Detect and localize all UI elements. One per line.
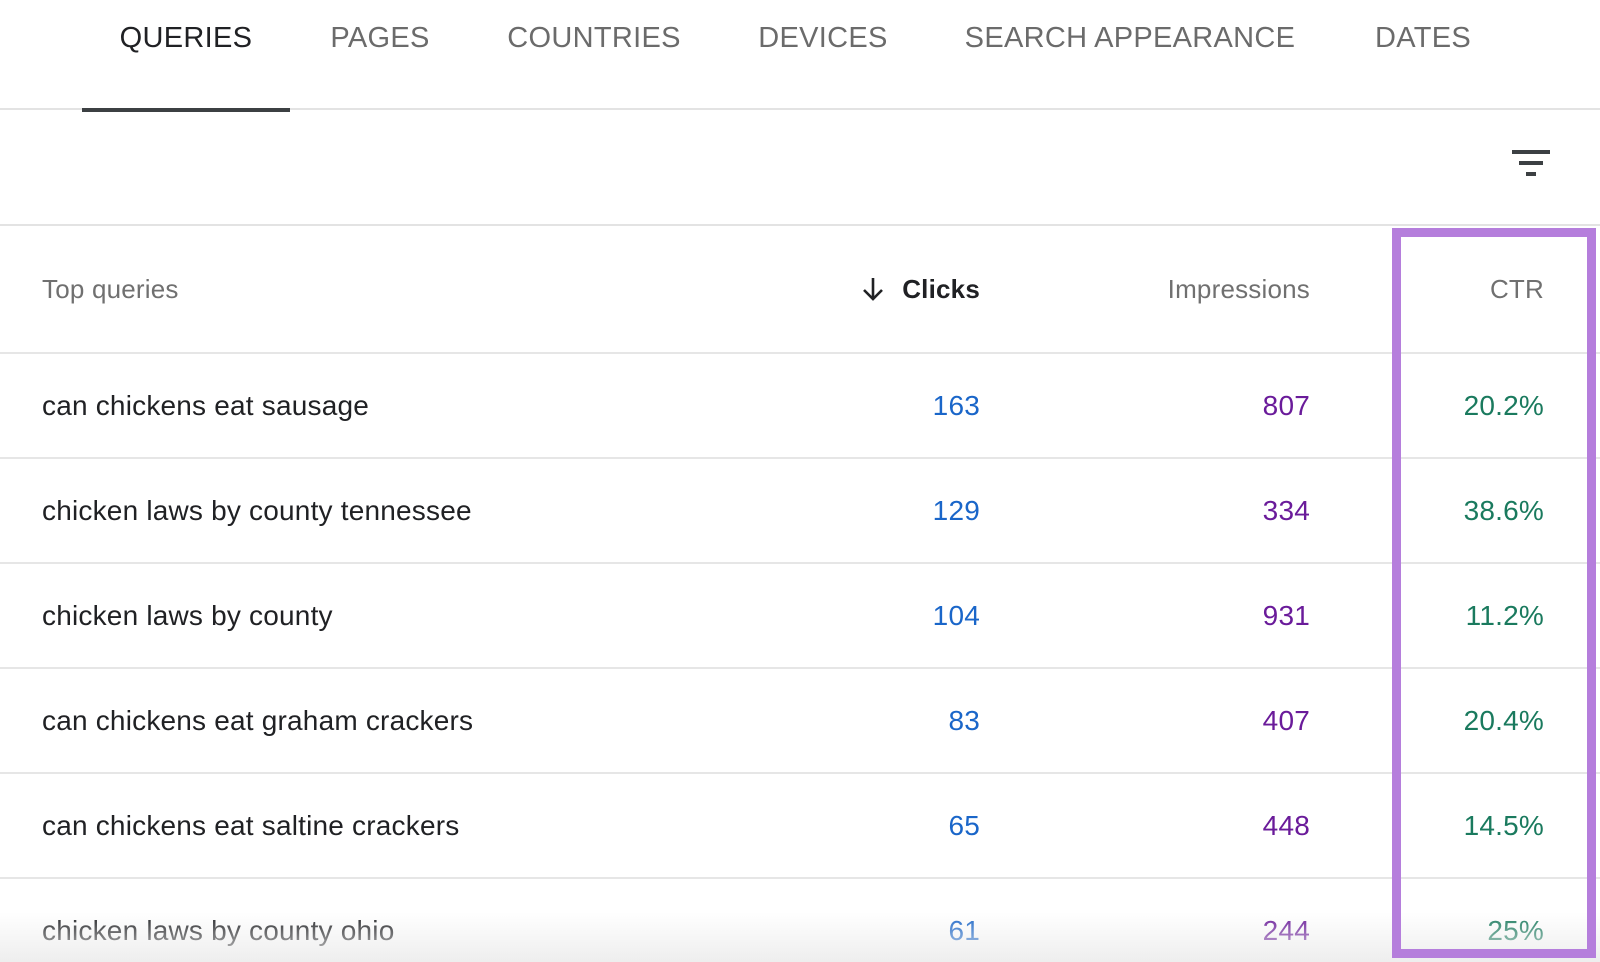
ctr-cell: 20.2%	[1463, 389, 1544, 421]
filter-list-icon	[1512, 150, 1550, 176]
ctr-cell: 20.4%	[1463, 704, 1544, 736]
table-row[interactable]: can chickens eat graham crackers 83 407 …	[0, 669, 1600, 774]
search-performance-report: QUERIES PAGES COUNTRIES DEVICES SEARCH A…	[0, 0, 1600, 962]
clicks-cell: 163	[932, 389, 980, 421]
column-header-clicks[interactable]: Clicks	[760, 226, 980, 352]
tab-search-appearance[interactable]: SEARCH APPEARANCE	[950, 0, 1310, 110]
query-cell: can chickens eat sausage	[42, 389, 370, 421]
column-header-impressions[interactable]: Impressions	[1000, 226, 1310, 352]
column-header-top-queries[interactable]: Top queries	[42, 226, 742, 352]
tab-devices[interactable]: DEVICES	[742, 0, 904, 110]
impressions-cell: 334	[1262, 494, 1310, 526]
arrow-down-icon	[863, 278, 884, 301]
query-cell: chicken laws by county tennessee	[42, 494, 472, 526]
table-header-row: Top queries Clicks Impressions CTR	[0, 226, 1600, 354]
impressions-cell: 448	[1262, 809, 1310, 841]
column-header-label: Clicks	[902, 273, 980, 304]
column-header-label: Top queries	[42, 273, 179, 304]
clicks-cell: 104	[932, 599, 980, 631]
impressions-cell: 807	[1262, 389, 1310, 421]
table-row[interactable]: chicken laws by county tennessee 129 334…	[0, 459, 1600, 564]
query-cell: chicken laws by county ohio	[42, 914, 395, 946]
query-cell: can chickens eat saltine crackers	[42, 809, 460, 841]
column-header-label: CTR	[1489, 273, 1544, 304]
filter-button[interactable]	[1508, 144, 1554, 190]
tab-dates[interactable]: DATES	[1356, 0, 1490, 110]
clicks-cell: 83	[948, 704, 980, 736]
table-row[interactable]: can chickens eat sausage 163 807 20.2%	[0, 354, 1600, 459]
impressions-cell: 407	[1262, 704, 1310, 736]
queries-table: Top queries Clicks Impressions CTR can c…	[0, 226, 1600, 962]
ctr-cell: 14.5%	[1463, 809, 1544, 841]
ctr-cell: 25%	[1487, 914, 1544, 946]
table-row[interactable]: chicken laws by county ohio 61 244 25%	[0, 879, 1600, 962]
column-header-label: Impressions	[1167, 273, 1310, 304]
tab-pages[interactable]: PAGES	[300, 0, 460, 110]
table-row[interactable]: can chickens eat saltine crackers 65 448…	[0, 774, 1600, 879]
ctr-cell: 38.6%	[1463, 494, 1544, 526]
table-row[interactable]: chicken laws by county 104 931 11.2%	[0, 564, 1600, 669]
tab-queries[interactable]: QUERIES	[82, 0, 290, 112]
impressions-cell: 931	[1262, 599, 1310, 631]
table-toolbar	[0, 110, 1600, 226]
query-cell: can chickens eat graham crackers	[42, 704, 474, 736]
clicks-cell: 65	[948, 809, 980, 841]
impressions-cell: 244	[1262, 914, 1310, 946]
ctr-cell: 11.2%	[1465, 599, 1544, 631]
dimension-tabs: QUERIES PAGES COUNTRIES DEVICES SEARCH A…	[0, 0, 1600, 112]
tab-countries[interactable]: COUNTRIES	[492, 0, 696, 110]
query-cell: chicken laws by county	[42, 599, 333, 631]
column-header-ctr[interactable]: CTR	[1360, 226, 1544, 352]
clicks-cell: 129	[932, 494, 980, 526]
clicks-cell: 61	[948, 914, 980, 946]
